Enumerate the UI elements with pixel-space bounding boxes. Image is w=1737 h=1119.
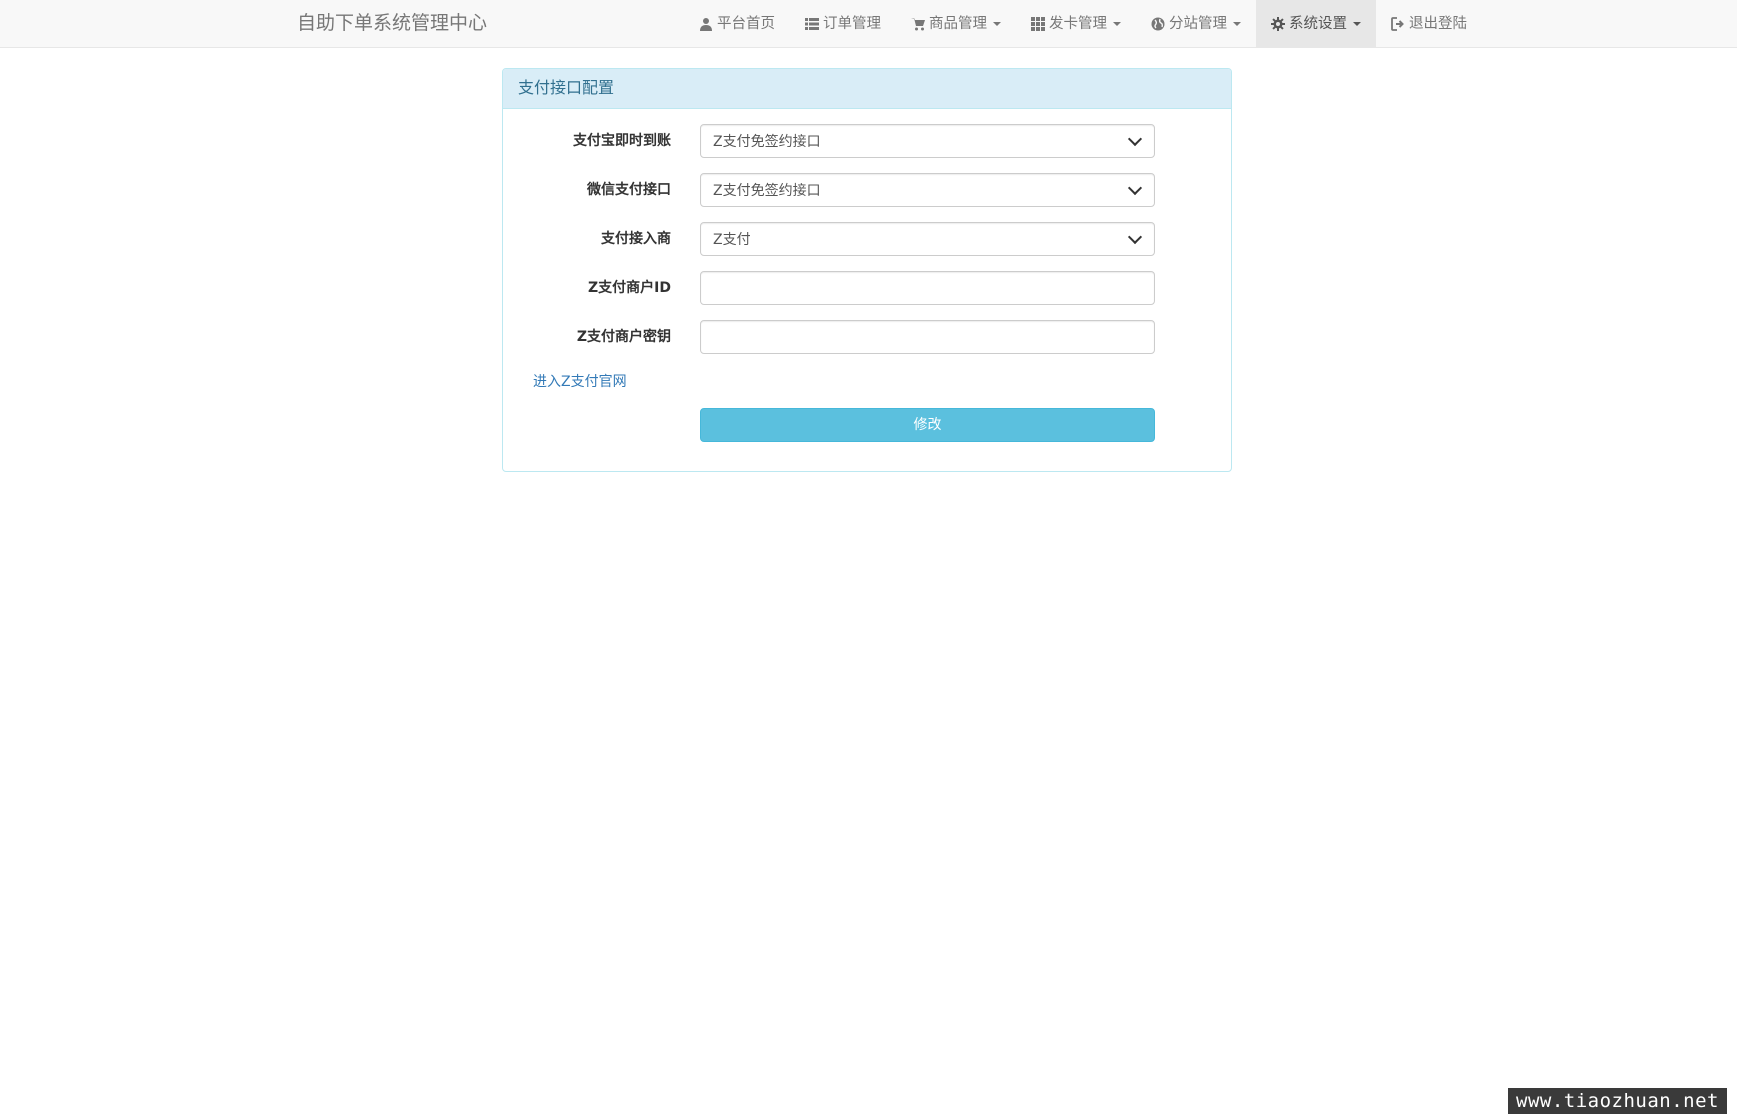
chevron-down-icon xyxy=(1127,131,1143,147)
form-row-wechat: 微信支付接口 Z支付免签约接口 xyxy=(503,173,1231,207)
logout-icon xyxy=(1391,17,1405,31)
nav-item-label: 退出登陆 xyxy=(1409,16,1467,32)
payment-config-panel: 支付接口配置 支付宝即时到账 Z支付免签约接口 微信支付接口 Z支付免签约接口 … xyxy=(502,68,1232,472)
nav-item-label: 分站管理 xyxy=(1169,16,1227,32)
grid-icon xyxy=(1031,17,1045,31)
user-icon xyxy=(699,17,713,31)
nav-item-products[interactable]: 商品管理 xyxy=(896,0,1016,48)
globe-icon xyxy=(1151,17,1165,31)
chevron-down-icon xyxy=(1127,180,1143,196)
nav-item-label: 平台首页 xyxy=(717,16,775,32)
wechat-select[interactable]: Z支付免签约接口 xyxy=(700,173,1155,207)
field-label: Z支付商户ID xyxy=(588,280,671,296)
form-row-merchant-id: Z支付商户ID xyxy=(503,271,1231,305)
form-row-alipay: 支付宝即时到账 Z支付免签约接口 xyxy=(503,124,1231,158)
gear-icon xyxy=(1271,17,1285,31)
nav-item-label: 商品管理 xyxy=(929,16,987,32)
nav-item-cards[interactable]: 发卡管理 xyxy=(1016,0,1136,48)
select-value: Z支付 xyxy=(713,232,751,248)
field-label: Z支付商户密钥 xyxy=(576,329,671,345)
nav-item-logout[interactable]: 退出登陆 xyxy=(1376,0,1482,48)
chevron-down-icon xyxy=(993,22,1001,26)
nav-item-orders[interactable]: 订单管理 xyxy=(790,0,896,48)
field-label: 支付宝即时到账 xyxy=(573,133,671,149)
field-label: 支付接入商 xyxy=(601,231,671,247)
select-value: Z支付免签约接口 xyxy=(713,183,821,199)
nav-item-label: 系统设置 xyxy=(1289,16,1347,32)
chevron-down-icon xyxy=(1233,22,1241,26)
nav-item-settings[interactable]: 系统设置 xyxy=(1256,0,1376,48)
merchant-key-input[interactable] xyxy=(700,320,1155,354)
provider-select[interactable]: Z支付 xyxy=(700,222,1155,256)
cart-icon xyxy=(911,17,925,31)
top-navbar: 自助下单系统管理中心 平台首页 订单管理 商品管理 发卡管理 分站管理 系统设置… xyxy=(0,0,1737,48)
alipay-select[interactable]: Z支付免签约接口 xyxy=(700,124,1155,158)
nav-item-substations[interactable]: 分站管理 xyxy=(1136,0,1256,48)
brand-title[interactable]: 自助下单系统管理中心 xyxy=(297,0,487,48)
select-value: Z支付免签约接口 xyxy=(713,134,821,150)
panel-title: 支付接口配置 xyxy=(503,69,1231,109)
watermark: www.tiaozhuan.net xyxy=(1508,1088,1727,1114)
main-nav: 平台首页 订单管理 商品管理 发卡管理 分站管理 系统设置 退出登陆 xyxy=(684,0,1482,48)
nav-item-label: 发卡管理 xyxy=(1049,16,1107,32)
field-label: 微信支付接口 xyxy=(587,182,671,198)
nav-item-label: 订单管理 xyxy=(823,16,881,32)
chevron-down-icon xyxy=(1353,22,1361,26)
chevron-down-icon xyxy=(1113,22,1121,26)
zpay-website-link[interactable]: 进入Z支付官网 xyxy=(533,371,627,391)
form-row-merchant-key: Z支付商户密钥 xyxy=(503,320,1231,354)
list-icon xyxy=(805,17,819,31)
nav-item-home[interactable]: 平台首页 xyxy=(684,0,790,48)
merchant-id-input[interactable] xyxy=(700,271,1155,305)
submit-button[interactable]: 修改 xyxy=(700,408,1155,442)
chevron-down-icon xyxy=(1127,229,1143,245)
form-row-provider: 支付接入商 Z支付 xyxy=(503,222,1231,256)
